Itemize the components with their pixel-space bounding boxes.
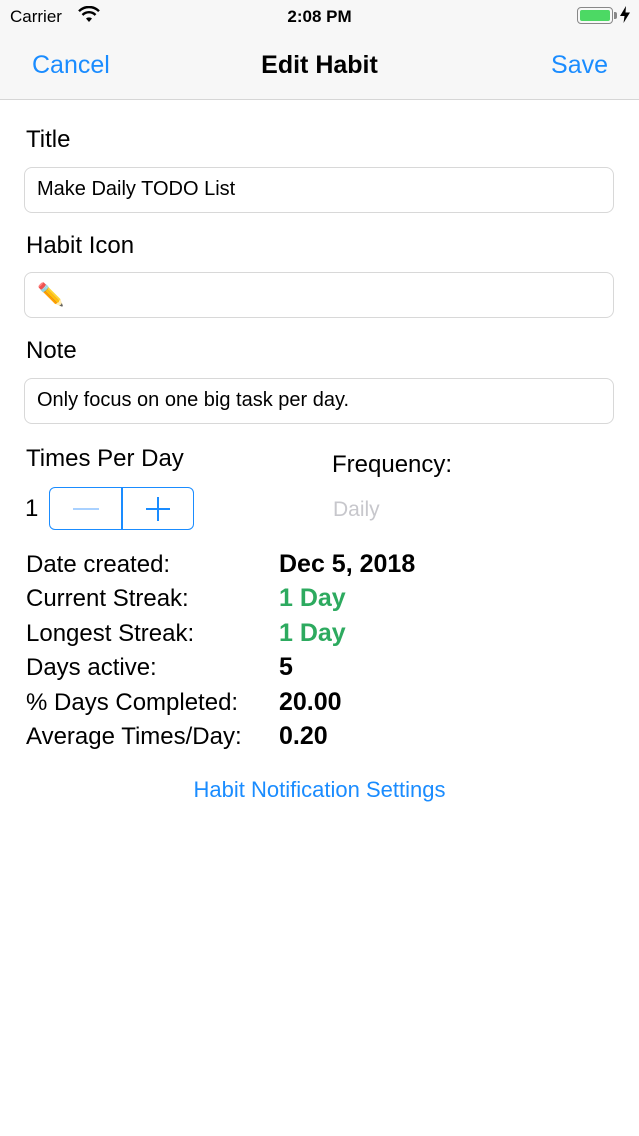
times-per-day-value: 1 bbox=[25, 495, 39, 522]
notification-settings-link[interactable]: Habit Notification Settings bbox=[0, 777, 639, 803]
charging-bolt-icon bbox=[620, 6, 630, 27]
frequency-picker[interactable]: Daily bbox=[333, 498, 380, 522]
date-created-label: Date created: bbox=[26, 551, 171, 578]
times-per-day-stepper bbox=[49, 487, 194, 530]
longest-streak-value: 1 Day bbox=[279, 619, 346, 647]
days-active-value: 5 bbox=[279, 653, 293, 681]
days-active-label: Days active: bbox=[26, 654, 157, 681]
increment-button[interactable] bbox=[122, 488, 193, 529]
note-label: Note bbox=[26, 337, 77, 364]
minus-icon bbox=[72, 507, 99, 510]
frequency-label: Frequency: bbox=[332, 451, 453, 478]
current-streak-value: 1 Day bbox=[279, 584, 346, 612]
habit-icon-field[interactable]: ✏️ bbox=[24, 272, 614, 318]
plus-icon bbox=[145, 496, 170, 521]
date-created-value: Dec 5, 2018 bbox=[279, 550, 416, 578]
navigation-bar: Cancel Edit Habit Save bbox=[0, 34, 639, 100]
days-completed-label: % Days Completed: bbox=[26, 689, 239, 716]
average-times-label: Average Times/Day: bbox=[26, 723, 242, 750]
save-button[interactable]: Save bbox=[551, 51, 608, 80]
note-field[interactable]: Only focus on one big task per day. bbox=[24, 378, 614, 424]
battery-level bbox=[580, 10, 610, 21]
note-field-value: Only focus on one big task per day. bbox=[37, 389, 350, 411]
status-bar: Carrier 2:08 PM bbox=[0, 0, 639, 34]
average-times-value: 0.20 bbox=[279, 722, 328, 750]
habit-icon-label: Habit Icon bbox=[26, 232, 135, 259]
title-field[interactable]: Make Daily TODO List bbox=[24, 167, 614, 213]
battery-cap bbox=[614, 12, 617, 19]
current-streak-label: Current Streak: bbox=[26, 585, 189, 612]
title-label: Title bbox=[26, 126, 71, 153]
title-field-value: Make Daily TODO List bbox=[37, 178, 236, 200]
times-per-day-label: Times Per Day bbox=[26, 445, 184, 472]
decrement-button[interactable] bbox=[50, 488, 121, 529]
days-completed-value: 20.00 bbox=[279, 688, 342, 716]
pencil-icon: ✏️ bbox=[37, 282, 65, 307]
battery-icon bbox=[577, 7, 613, 24]
longest-streak-label: Longest Streak: bbox=[26, 620, 195, 647]
clock: 2:08 PM bbox=[287, 7, 352, 26]
page-title: Edit Habit bbox=[261, 51, 378, 79]
